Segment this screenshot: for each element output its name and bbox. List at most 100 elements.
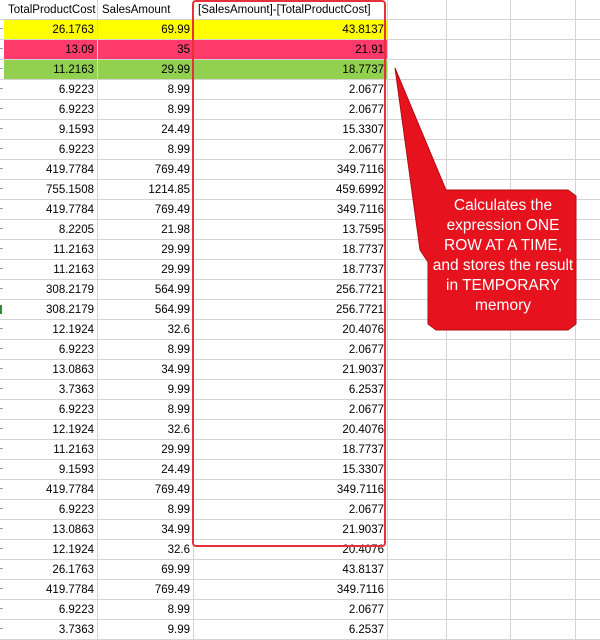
- empty-cell[interactable]: [447, 400, 511, 420]
- empty-cell[interactable]: [576, 440, 600, 460]
- empty-cell[interactable]: [511, 120, 576, 140]
- table-cell[interactable]: 11.2163: [4, 60, 98, 80]
- table-cell[interactable]: 6.9223: [4, 80, 98, 100]
- column-header[interactable]: [SalesAmount]-[TotalProductCost]: [194, 0, 388, 20]
- empty-cell[interactable]: [511, 600, 576, 620]
- empty-cell[interactable]: [576, 320, 600, 340]
- empty-cell[interactable]: [511, 480, 576, 500]
- empty-cell[interactable]: [511, 560, 576, 580]
- table-cell[interactable]: 256.7721: [194, 280, 388, 300]
- empty-cell[interactable]: [447, 20, 511, 40]
- table-cell[interactable]: 6.9223: [4, 400, 98, 420]
- table-cell[interactable]: 43.8137: [194, 20, 388, 40]
- empty-cell[interactable]: [447, 540, 511, 560]
- empty-cell[interactable]: [388, 580, 447, 600]
- empty-cell[interactable]: [576, 260, 600, 280]
- table-cell[interactable]: 9.1593: [4, 460, 98, 480]
- empty-cell[interactable]: [576, 180, 600, 200]
- table-cell[interactable]: 419.7784: [4, 580, 98, 600]
- table-cell[interactable]: 564.99: [98, 300, 194, 320]
- empty-cell[interactable]: [576, 100, 600, 120]
- empty-cell[interactable]: [388, 380, 447, 400]
- empty-cell[interactable]: [447, 420, 511, 440]
- empty-cell[interactable]: [388, 520, 447, 540]
- empty-cell[interactable]: [447, 380, 511, 400]
- empty-cell[interactable]: [511, 460, 576, 480]
- table-cell[interactable]: 34.99: [98, 520, 194, 540]
- empty-cell[interactable]: [447, 480, 511, 500]
- table-cell[interactable]: 21.9037: [194, 520, 388, 540]
- empty-cell[interactable]: [576, 40, 600, 60]
- table-cell[interactable]: 34.99: [98, 360, 194, 380]
- empty-cell[interactable]: [447, 580, 511, 600]
- empty-cell[interactable]: [447, 600, 511, 620]
- empty-cell[interactable]: [576, 20, 600, 40]
- table-cell[interactable]: 18.7737: [194, 60, 388, 80]
- empty-cell[interactable]: [576, 400, 600, 420]
- empty-cell[interactable]: [447, 340, 511, 360]
- table-cell[interactable]: 32.6: [98, 540, 194, 560]
- empty-cell[interactable]: [511, 0, 576, 20]
- empty-cell[interactable]: [576, 600, 600, 620]
- empty-cell[interactable]: [576, 120, 600, 140]
- table-cell[interactable]: 18.7737: [194, 440, 388, 460]
- table-cell[interactable]: 769.49: [98, 200, 194, 220]
- table-cell[interactable]: 6.2537: [194, 380, 388, 400]
- empty-cell[interactable]: [388, 160, 447, 180]
- empty-cell[interactable]: [447, 80, 511, 100]
- empty-cell[interactable]: [576, 500, 600, 520]
- empty-cell[interactable]: [511, 360, 576, 380]
- table-cell[interactable]: 18.7737: [194, 240, 388, 260]
- empty-cell[interactable]: [447, 140, 511, 160]
- table-cell[interactable]: 769.49: [98, 160, 194, 180]
- empty-cell[interactable]: [388, 600, 447, 620]
- empty-cell[interactable]: [511, 140, 576, 160]
- empty-cell[interactable]: [576, 460, 600, 480]
- empty-cell[interactable]: [511, 160, 576, 180]
- empty-cell[interactable]: [447, 460, 511, 480]
- empty-cell[interactable]: [576, 240, 600, 260]
- empty-cell[interactable]: [447, 520, 511, 540]
- table-cell[interactable]: 2.0677: [194, 400, 388, 420]
- empty-cell[interactable]: [388, 0, 447, 20]
- empty-cell[interactable]: [511, 540, 576, 560]
- empty-cell[interactable]: [388, 460, 447, 480]
- empty-cell[interactable]: [388, 60, 447, 80]
- empty-cell[interactable]: [447, 360, 511, 380]
- empty-cell[interactable]: [511, 100, 576, 120]
- empty-cell[interactable]: [388, 620, 447, 640]
- table-cell[interactable]: 349.7116: [194, 480, 388, 500]
- empty-cell[interactable]: [576, 520, 600, 540]
- empty-cell[interactable]: [511, 620, 576, 640]
- empty-cell[interactable]: [447, 160, 511, 180]
- table-cell[interactable]: 12.1924: [4, 540, 98, 560]
- table-cell[interactable]: 755.1508: [4, 180, 98, 200]
- table-cell[interactable]: 349.7116: [194, 160, 388, 180]
- empty-cell[interactable]: [576, 380, 600, 400]
- empty-cell[interactable]: [511, 400, 576, 420]
- table-cell[interactable]: 20.4076: [194, 420, 388, 440]
- table-cell[interactable]: 29.99: [98, 240, 194, 260]
- table-cell[interactable]: 419.7784: [4, 480, 98, 500]
- empty-cell[interactable]: [511, 420, 576, 440]
- empty-cell[interactable]: [447, 620, 511, 640]
- table-cell[interactable]: 26.1763: [4, 560, 98, 580]
- empty-cell[interactable]: [511, 20, 576, 40]
- table-cell[interactable]: 20.4076: [194, 320, 388, 340]
- empty-cell[interactable]: [576, 60, 600, 80]
- table-cell[interactable]: 6.9223: [4, 340, 98, 360]
- empty-cell[interactable]: [576, 360, 600, 380]
- table-cell[interactable]: 21.98: [98, 220, 194, 240]
- table-cell[interactable]: 2.0677: [194, 600, 388, 620]
- empty-cell[interactable]: [447, 560, 511, 580]
- empty-cell[interactable]: [511, 580, 576, 600]
- table-cell[interactable]: 15.3307: [194, 120, 388, 140]
- table-cell[interactable]: 18.7737: [194, 260, 388, 280]
- table-cell[interactable]: 6.9223: [4, 100, 98, 120]
- empty-cell[interactable]: [447, 440, 511, 460]
- table-cell[interactable]: 8.99: [98, 140, 194, 160]
- table-cell[interactable]: 69.99: [98, 20, 194, 40]
- empty-cell[interactable]: [388, 480, 447, 500]
- table-cell[interactable]: 32.6: [98, 420, 194, 440]
- empty-cell[interactable]: [511, 380, 576, 400]
